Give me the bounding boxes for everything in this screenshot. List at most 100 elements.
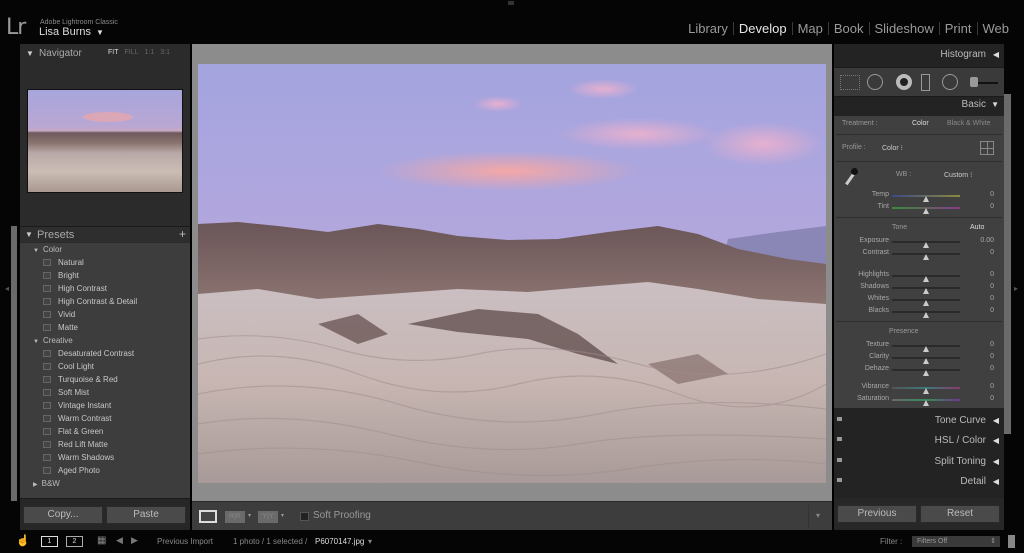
top-panel-toggle[interactable] [508, 1, 514, 5]
red-eye-icon[interactable] [896, 74, 912, 90]
treatment-color[interactable]: Color [912, 120, 929, 127]
slider-value[interactable]: 0 [990, 283, 994, 290]
histogram-header[interactable]: Histogram ◀ [834, 46, 1004, 65]
zoom-fit[interactable]: FIT [108, 49, 119, 56]
slider-track[interactable] [892, 399, 960, 406]
preset-item[interactable]: Soft Mist [20, 386, 190, 399]
reset-button[interactable]: Reset [920, 505, 1000, 523]
radial-filter-icon[interactable] [942, 74, 958, 90]
toolbar-options-icon[interactable]: ▾ [816, 511, 820, 520]
file-name[interactable]: P6070147.jpg [315, 537, 364, 546]
spot-removal-icon[interactable] [867, 74, 883, 90]
main-photo[interactable] [198, 64, 826, 483]
panel-switch-icon[interactable] [837, 417, 842, 421]
slider-value[interactable]: 0 [990, 203, 994, 210]
slider-track[interactable] [892, 287, 960, 294]
preset-group[interactable]: ▶ B&W [20, 477, 190, 490]
module-web[interactable]: Web [978, 21, 1015, 36]
panel-switch-icon[interactable] [837, 458, 842, 462]
preset-item[interactable]: Bright [20, 269, 190, 282]
slider-value[interactable]: 0 [990, 395, 994, 402]
graduated-filter-icon[interactable] [921, 74, 930, 91]
slider-value[interactable]: 0 [990, 341, 994, 348]
source-label[interactable]: Previous Import [157, 537, 213, 546]
identity-plate[interactable]: Lisa Burns ▼ [39, 26, 104, 38]
preset-item[interactable]: Red Lift Matte [20, 438, 190, 451]
slider-thumb[interactable] [923, 400, 929, 406]
slider-value[interactable]: 0 [990, 271, 994, 278]
copy-button[interactable]: Copy... [23, 506, 103, 524]
preset-item[interactable]: High Contrast [20, 282, 190, 295]
preset-group[interactable]: ▼ Color [20, 243, 190, 256]
forward-arrow-icon[interactable]: ▶ [131, 535, 138, 546]
basic-header[interactable]: Basic ▼ [834, 96, 1004, 115]
slider-track[interactable] [892, 299, 960, 306]
filter-select[interactable]: Filters Off ⇕ [912, 536, 1000, 547]
crop-overlay-icon[interactable] [840, 75, 860, 90]
preset-item[interactable]: High Contrast & Detail [20, 295, 190, 308]
before-after-top-bottom-button[interactable]: Y|Y [258, 511, 278, 523]
right-panel-scrollbar[interactable] [1004, 94, 1011, 434]
collapse-right-arrow-icon[interactable]: ▸ [1014, 284, 1018, 293]
auto-tone-button[interactable]: Auto [970, 224, 984, 231]
zoom-1-1[interactable]: 1:1 [145, 49, 155, 56]
slider-track[interactable] [892, 357, 960, 364]
slider-value[interactable]: 0 [990, 353, 994, 360]
main-window-button[interactable]: 1 [41, 536, 58, 547]
slider-value[interactable]: 0 [990, 365, 994, 372]
slider-value[interactable]: 0.00 [980, 237, 994, 244]
triangle-down-icon[interactable]: ▾ [281, 512, 284, 519]
triangle-down-icon[interactable]: ▾ [248, 512, 251, 519]
preset-item[interactable]: Cool Light [20, 360, 190, 373]
preset-group[interactable]: ▼ Creative [20, 334, 190, 347]
slider-track[interactable] [892, 275, 960, 282]
module-slideshow[interactable]: Slideshow [870, 21, 939, 36]
slider-thumb[interactable] [923, 312, 929, 318]
adjustment-brush-icon[interactable] [970, 77, 978, 87]
slider-value[interactable]: 0 [990, 191, 994, 198]
left-panel-scrollbar[interactable] [11, 226, 17, 501]
slider-value[interactable]: 0 [990, 249, 994, 256]
slider-track[interactable] [892, 253, 960, 260]
panel-switch-icon[interactable] [837, 478, 842, 482]
detail-header[interactable]: Detail ◀ [834, 473, 1004, 492]
treatment-black-white[interactable]: Black & White [947, 120, 991, 127]
secondary-window-button[interactable]: 2 [66, 536, 83, 547]
slider-track[interactable] [892, 195, 960, 202]
slider-thumb[interactable] [923, 208, 929, 214]
soft-proofing-checkbox[interactable] [300, 512, 309, 521]
zoom-fill[interactable]: FILL [125, 49, 139, 56]
touch-icon[interactable]: ☝ [16, 534, 30, 547]
file-menu-icon[interactable]: ▾ [368, 537, 372, 546]
preset-item[interactable]: Natural [20, 256, 190, 269]
eyedropper-icon[interactable] [842, 168, 860, 186]
tone-curve-header[interactable]: Tone Curve ◀ [834, 412, 1004, 431]
slider-thumb[interactable] [923, 254, 929, 260]
module-develop[interactable]: Develop [734, 21, 792, 36]
slider-track[interactable] [892, 345, 960, 352]
slider-value[interactable]: 0 [990, 307, 994, 314]
add-preset-icon[interactable]: + [179, 227, 186, 241]
preset-item[interactable]: Turquoise & Red [20, 373, 190, 386]
before-after-left-right-button[interactable]: R|R [225, 511, 245, 523]
back-arrow-icon[interactable]: ◀ [116, 535, 123, 546]
presets-header[interactable]: ▼ Presets + [20, 226, 190, 242]
hsl-color-header[interactable]: HSL / Color ◀ [834, 432, 1004, 451]
preset-item[interactable]: Flat & Green [20, 425, 190, 438]
soft-proofing-label[interactable]: Soft Proofing [313, 510, 371, 521]
slider-track[interactable] [892, 207, 960, 214]
navigator-preview[interactable] [27, 89, 183, 193]
collapse-left-arrow-icon[interactable]: ◂ [5, 284, 9, 293]
filter-lock-icon[interactable] [1008, 535, 1015, 548]
grid-view-icon[interactable]: ▦ [97, 535, 106, 546]
loupe-view-button[interactable] [199, 510, 217, 523]
preset-item[interactable]: Vintage Instant [20, 399, 190, 412]
profile-select[interactable]: Color ⁝ [882, 144, 903, 152]
preset-item[interactable]: Warm Shadows [20, 451, 190, 464]
panel-switch-icon[interactable] [837, 437, 842, 441]
zoom-3-1[interactable]: 3:1 [160, 49, 170, 56]
paste-button[interactable]: Paste [106, 506, 186, 524]
preset-item[interactable]: Vivid [20, 308, 190, 321]
slider-track[interactable] [892, 241, 960, 248]
slider-value[interactable]: 0 [990, 383, 994, 390]
